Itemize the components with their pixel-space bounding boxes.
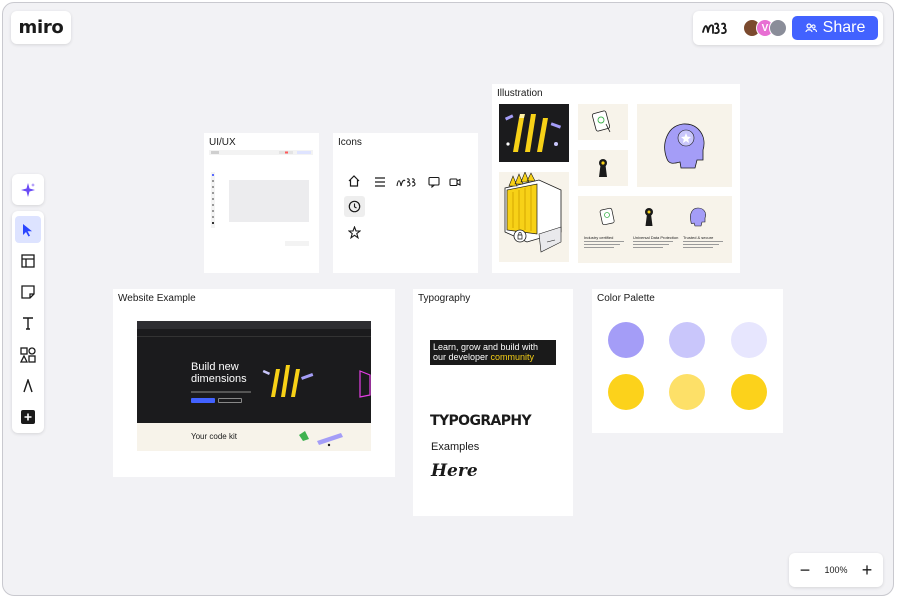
creation-toolbar [12, 211, 44, 433]
uiux-frame[interactable]: UI/UX [204, 133, 319, 273]
sticky-note-icon [21, 285, 35, 299]
hero-heading: Build new dimensions [191, 361, 247, 385]
hero-subtext-lines [191, 391, 251, 393]
website-mockup: Build new dimensions Your code kit [137, 321, 371, 451]
frame-title: Illustration [497, 88, 543, 99]
typography-banner: Learn, grow and build with our developer… [430, 340, 556, 365]
banner-line-2-prefix: our developer [433, 352, 491, 362]
keyhole-tile [578, 150, 628, 186]
icons-frame[interactable]: Icons [333, 133, 478, 273]
color-palette-frame[interactable]: Color Palette [592, 289, 783, 433]
star-icon[interactable] [348, 226, 361, 239]
sticky-note-tool[interactable] [15, 279, 41, 306]
banner-line-1: Learn, grow and build with [433, 342, 539, 352]
board-canvas[interactable]: miro V Share UI/UX Icons Illustration In… [2, 2, 894, 596]
card-caption: Industry certified [584, 235, 614, 240]
templates-tool[interactable] [15, 247, 41, 274]
hero-secondary-button [218, 398, 242, 403]
add-tool[interactable] [15, 404, 41, 431]
clock-icon[interactable] [348, 200, 361, 213]
text-tool[interactable] [15, 310, 41, 337]
certificate-tile [578, 104, 628, 140]
share-label: Share [822, 19, 866, 36]
pen-icon [23, 379, 33, 393]
folder-tile [499, 171, 569, 262]
code-kit-section: Your code kit [137, 423, 371, 451]
head-illustration-icon [664, 123, 705, 169]
bars-illustration [499, 104, 569, 162]
typography-script-text: Here [431, 461, 478, 481]
frame-title: UI/UX [209, 137, 236, 148]
wireframe-thumbnail [209, 150, 313, 246]
text-icon [23, 317, 33, 331]
illustration-frame[interactable]: Illustration Industry certified Universa… [492, 84, 740, 273]
pen-tool[interactable] [15, 372, 41, 399]
head-icon [690, 207, 706, 227]
collaborator-avatars[interactable]: V [743, 19, 787, 37]
site-nav [137, 329, 371, 337]
signature-icon[interactable] [396, 176, 418, 188]
hero-primary-button [191, 398, 215, 403]
collaboration-panel: V Share [693, 11, 883, 45]
typography-frame[interactable]: Typography Learn, grow and build with ou… [413, 289, 573, 516]
color-swatch[interactable] [608, 322, 644, 358]
avatar[interactable] [769, 19, 787, 37]
users-icon [805, 23, 817, 33]
chat-icon[interactable] [428, 176, 440, 188]
typography-examples-text: Examples [431, 441, 480, 453]
code-kit-heading: Your code kit [191, 432, 237, 441]
color-swatch[interactable] [731, 374, 767, 410]
color-swatch[interactable] [669, 374, 705, 410]
share-button[interactable]: Share [792, 16, 878, 40]
zoom-level[interactable]: 100% [824, 565, 847, 575]
banner-line-2: our developer community [433, 352, 553, 362]
banner-highlight: community [490, 352, 535, 362]
card-caption: Trusted & secure [683, 235, 714, 240]
keyhole-icon [645, 208, 653, 226]
head-tile [637, 104, 732, 187]
side-decoration [359, 370, 371, 398]
plus-square-icon [21, 410, 35, 425]
frame-title: Website Example [118, 293, 196, 304]
cursor-icon [23, 223, 32, 237]
board-signature-icon[interactable] [701, 18, 735, 38]
website-example-frame[interactable]: Website Example Build new dimensions You… [113, 289, 395, 477]
certificate-icon [591, 110, 611, 133]
trust-cards-tile: Industry certified Universal Data Protec… [578, 196, 732, 263]
menu-icon[interactable] [374, 176, 386, 188]
color-swatch[interactable] [731, 322, 767, 358]
select-tool[interactable] [15, 216, 41, 244]
caption-placeholder-lines [584, 241, 723, 248]
shapes-tool[interactable] [15, 341, 41, 368]
hero-bars-illustration [262, 365, 314, 397]
sparkle-icon [21, 182, 35, 197]
keyhole-icon [599, 159, 607, 177]
certificate-icon [599, 207, 615, 226]
ai-assist-button[interactable] [12, 174, 44, 205]
color-swatch[interactable] [608, 374, 644, 410]
home-icon[interactable] [348, 175, 360, 187]
layout-icon [21, 254, 35, 268]
typography-display-text: TYPOGRAPHY [430, 413, 532, 429]
color-swatch[interactable] [669, 322, 705, 358]
zoom-out-button[interactable]: − [797, 561, 813, 579]
card-caption: Universal Data Protection [633, 235, 679, 240]
miro-logo[interactable]: miro [11, 11, 71, 44]
code-kit-illustration [299, 431, 343, 447]
frame-title: Color Palette [597, 293, 655, 304]
zoom-control: − 100% + [789, 553, 883, 587]
frame-title: Icons [338, 137, 362, 148]
video-icon[interactable] [449, 176, 461, 188]
frame-title: Typography [418, 293, 471, 304]
shapes-icon [20, 347, 36, 363]
browser-bar [137, 321, 371, 329]
secure-folder-illustration [504, 171, 562, 253]
zoom-in-button[interactable]: + [859, 561, 875, 579]
